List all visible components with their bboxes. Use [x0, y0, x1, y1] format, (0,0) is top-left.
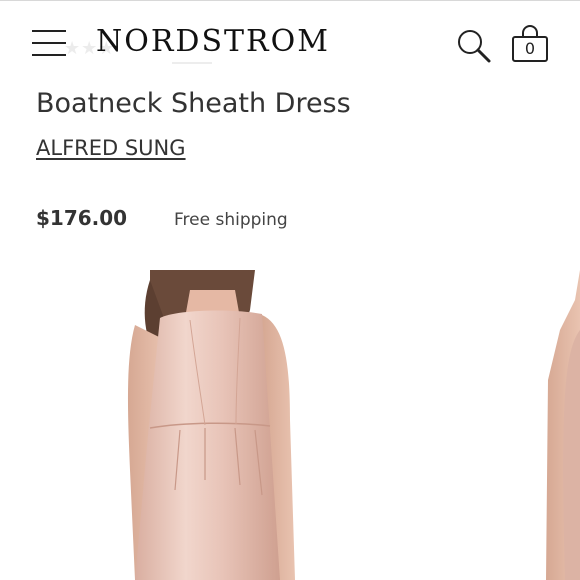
product-price: $176.00 [36, 206, 128, 230]
product-title: Boatneck Sheath Dress [36, 88, 351, 119]
hamburger-menu-icon[interactable] [32, 30, 66, 56]
product-image-carousel[interactable] [0, 270, 580, 580]
product-photo [127, 270, 580, 580]
shopping-bag-button[interactable]: 0 [510, 25, 550, 63]
site-header: ★★★ NORDSTROM 0 [0, 0, 580, 80]
search-icon[interactable] [456, 28, 492, 64]
shipping-info: Free shipping [174, 210, 288, 230]
nordstrom-logo[interactable]: NORDSTROM [96, 24, 330, 59]
bag-count: 0 [524, 39, 536, 58]
brand-link[interactable]: ALFRED SUNG [36, 136, 186, 160]
